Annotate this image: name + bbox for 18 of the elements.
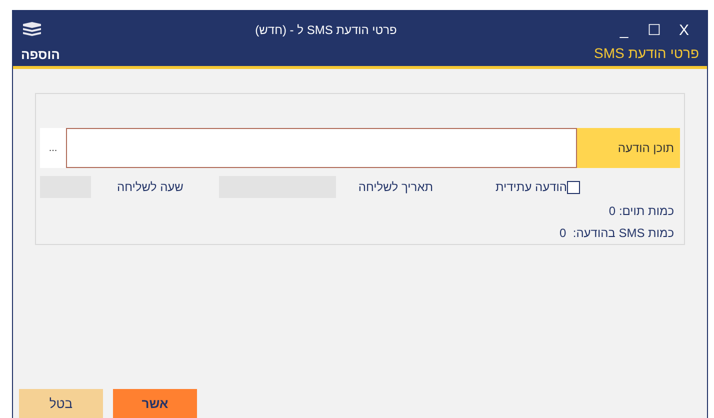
field-label: שעה לשליחה: [117, 179, 184, 196]
cancel-button[interactable]: בטל: [19, 389, 103, 418]
mode-label: הוספה: [21, 46, 60, 64]
maximize-button[interactable]: ☐: [639, 22, 669, 38]
count-label: כמות תוים: 0: [608, 204, 674, 218]
count-label: כמות SMS בהודעה: 0: [560, 226, 674, 240]
checkbox-label: הודעה עתידית: [495, 179, 567, 196]
section-title: פרטי הודעת SMS: [594, 44, 699, 63]
field-label: תוכן הודעה: [577, 128, 680, 168]
field-label: תאריך לשליחה: [358, 179, 434, 196]
more-button[interactable]: ...: [40, 128, 66, 168]
minimize-button[interactable]: X: [669, 22, 699, 38]
stack-icon: [21, 21, 43, 39]
close-button[interactable]: _: [609, 22, 639, 38]
confirm-button[interactable]: אשר: [113, 389, 197, 418]
message-field[interactable]: [66, 128, 577, 168]
window-title: פרטי הודעת SMS ל - (חדש): [254, 22, 398, 39]
checkbox[interactable]: [567, 180, 580, 194]
